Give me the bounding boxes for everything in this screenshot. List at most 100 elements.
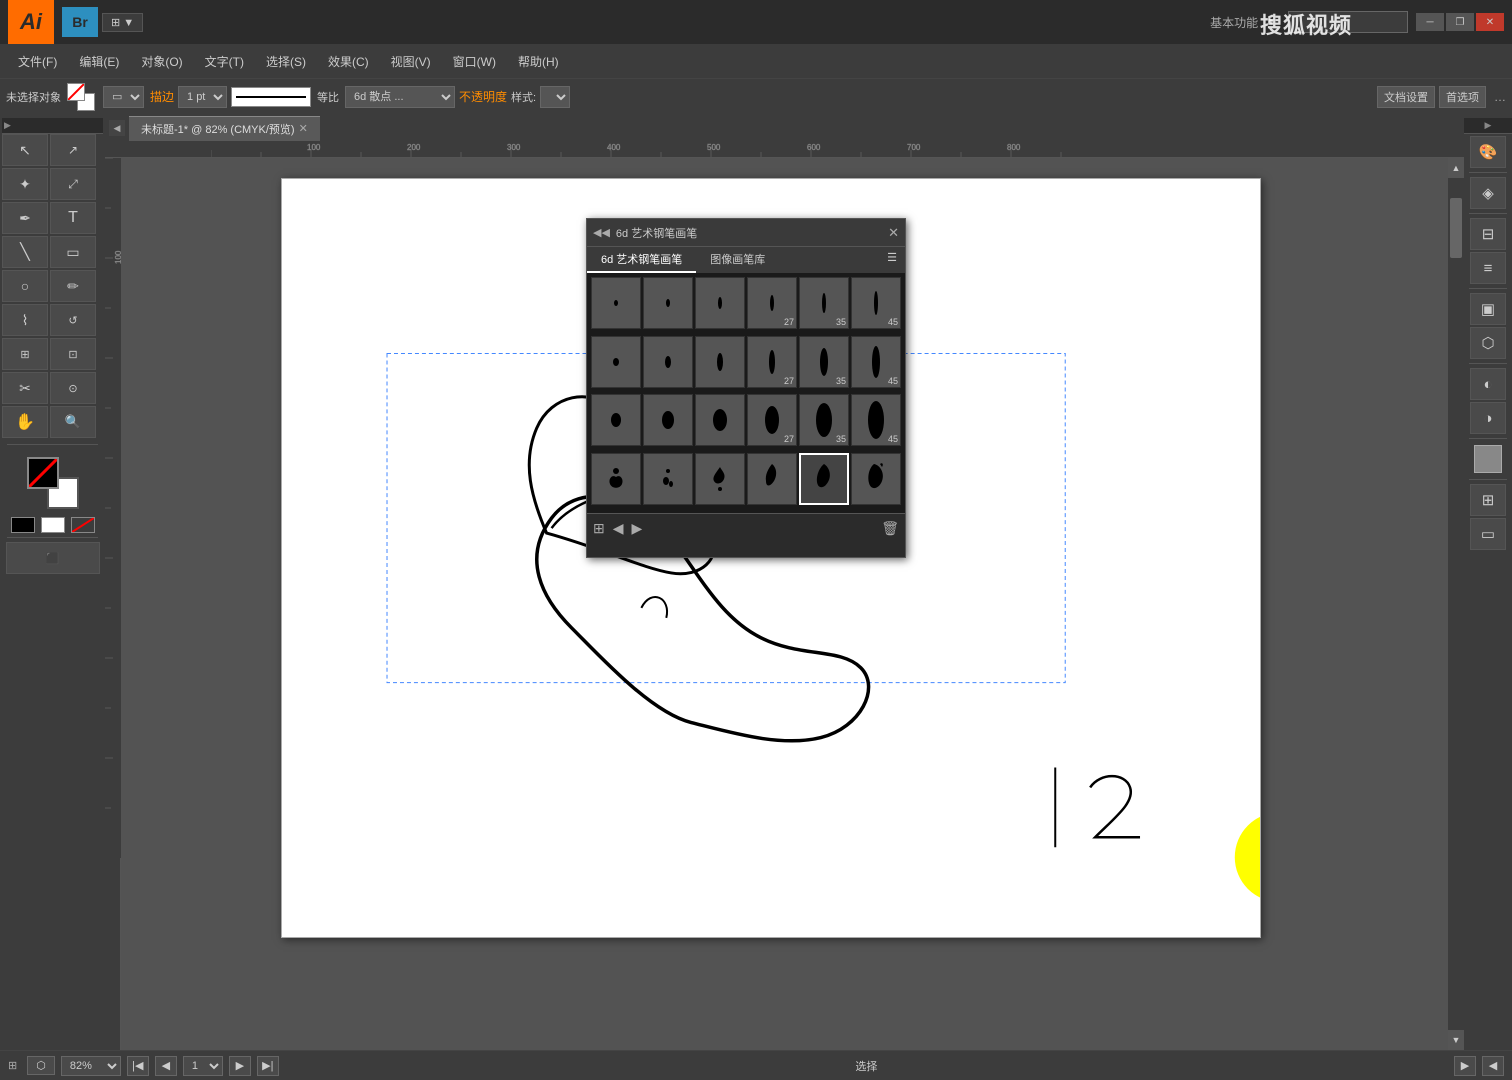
rect-tool[interactable]: ▭ (50, 236, 96, 268)
menu-object[interactable]: 对象(O) (131, 49, 192, 74)
brush-cell-7[interactable] (591, 336, 641, 388)
bridge-logo[interactable]: Br (62, 7, 98, 37)
gradient-icon[interactable]: ◐ (1470, 368, 1506, 400)
brush-cell-22[interactable] (747, 453, 797, 505)
brush-cell-6[interactable]: 45 (851, 277, 901, 329)
prev-btn[interactable]: ◀ (613, 520, 624, 537)
hand-tool[interactable]: ✋ (2, 406, 48, 438)
layers-icon[interactable]: ⊞ (1470, 484, 1506, 516)
brush-cell-13[interactable] (591, 394, 641, 446)
button-group-tool[interactable]: ⬛ (6, 542, 100, 574)
next-btn[interactable]: ▶ (632, 520, 643, 537)
transform-icon[interactable]: ⊟ (1470, 218, 1506, 250)
appearance-icon[interactable]: ◑ (1470, 402, 1506, 434)
magic-wand-tool[interactable]: ✦ (2, 168, 48, 200)
graph-tool[interactable]: ⊡ (50, 338, 96, 370)
page-select[interactable]: 1 (183, 1056, 223, 1076)
first-page-button[interactable]: 首选项 (1439, 86, 1486, 108)
menu-effect[interactable]: 效果(C) (318, 49, 379, 74)
brush-cell-5[interactable]: 35 (799, 277, 849, 329)
trash-icon[interactable]: 🗑 (881, 520, 899, 537)
align-icon[interactable]: ≡ (1470, 252, 1506, 284)
canvas-options-button[interactable]: ⬡ (27, 1056, 55, 1075)
color-guide-icon[interactable]: ◈ (1470, 177, 1506, 209)
brush-cell-4[interactable]: 27 (747, 277, 797, 329)
menu-edit[interactable]: 编辑(E) (69, 49, 129, 74)
stroke-panel-icon[interactable]: ⬡ (1470, 327, 1506, 359)
brush-cell-1[interactable] (591, 277, 641, 329)
lasso-tool[interactable]: ⤢ (50, 168, 96, 200)
brush-cell-3[interactable] (695, 277, 745, 329)
next-page-nav[interactable]: ▶ (229, 1056, 251, 1076)
type-tool[interactable]: T (50, 202, 96, 234)
restore-button[interactable]: ❐ (1446, 13, 1474, 31)
camera-tool[interactable]: ⊙ (50, 372, 96, 404)
line-tool[interactable]: ╲ (2, 236, 48, 268)
layout-button[interactable]: ⊞ ▼ (102, 13, 143, 32)
menu-help[interactable]: 帮助(H) (508, 49, 569, 74)
brush-cell-23[interactable] (799, 453, 849, 505)
artboards-icon[interactable]: ▭ (1470, 518, 1506, 550)
prev-page-nav[interactable]: ◀ (155, 1056, 177, 1076)
document-view[interactable]: ◀◀ 6d 艺术钢笔画笔 ✕ 6d 艺术钢笔画笔 图像画笔库 ☰ (121, 158, 1448, 1050)
black-swatch[interactable] (11, 517, 35, 533)
brush-cell-9[interactable] (695, 336, 745, 388)
menu-file[interactable]: 文件(F) (8, 49, 67, 74)
transform-tool[interactable]: ⊞ (2, 338, 48, 370)
status-nav-left[interactable]: ◀ (1482, 1056, 1504, 1076)
close-button[interactable]: ✕ (1476, 13, 1504, 31)
panel-tab-library[interactable]: 图像画笔库 (696, 247, 779, 273)
pen-tool[interactable]: ✒ (2, 202, 48, 234)
document-tab[interactable]: 未标题-1* @ 82% (CMYK/预览) ✕ (129, 116, 320, 141)
brush-cell-11[interactable]: 35 (799, 336, 849, 388)
brush-cell-18[interactable]: 45 (851, 394, 901, 446)
first-page-nav[interactable]: |◀ (127, 1056, 149, 1076)
stroke-dropdown[interactable]: ▭ (103, 86, 144, 108)
white-swatch[interactable] (41, 517, 65, 533)
doc-settings-button[interactable]: 文档设置 (1377, 86, 1435, 108)
menu-select[interactable]: 选择(S) (256, 49, 316, 74)
library-icon[interactable]: ⊞ (593, 520, 605, 537)
scrollbar-vertical[interactable]: ▲ ▼ (1448, 158, 1464, 1050)
none-swatch[interactable] (71, 517, 95, 533)
pencil-tool[interactable]: ✏ (50, 270, 96, 302)
brush-cell-20[interactable] (643, 453, 693, 505)
status-nav-right[interactable]: ▶ (1454, 1056, 1476, 1076)
style-select[interactable] (540, 86, 570, 108)
eraser-tool[interactable]: ⌇ (2, 304, 48, 336)
foreground-color[interactable] (27, 457, 59, 489)
brush-cell-15[interactable] (695, 394, 745, 446)
canvas-container[interactable]: 100 (105, 158, 1464, 1050)
scissors-tool[interactable]: ✂ (2, 372, 48, 404)
panel-collapse-left[interactable]: ◀ (109, 120, 125, 136)
color-swatches[interactable] (27, 457, 79, 509)
brush-cell-2[interactable] (643, 277, 693, 329)
brush-select[interactable]: 6d 散点 ... (345, 86, 455, 108)
fill-stroke-indicator[interactable] (67, 83, 95, 111)
brush-cell-8[interactable] (643, 336, 693, 388)
panel-close-button[interactable]: ✕ (888, 225, 899, 241)
brush-cell-24[interactable] (851, 453, 901, 505)
stroke-width-select[interactable]: 1 pt (178, 86, 227, 108)
scrollbar-thumb[interactable] (1450, 198, 1462, 258)
brush-cell-16[interactable]: 27 (747, 394, 797, 446)
zoom-tool[interactable]: 🔍 (50, 406, 96, 438)
color-palette-icon[interactable]: 🎨 (1470, 136, 1506, 168)
brush-cell-17[interactable]: 35 (799, 394, 849, 446)
brush-cell-14[interactable] (643, 394, 693, 446)
rotate-tool[interactable]: ↺ (50, 304, 96, 336)
menu-window[interactable]: 窗口(W) (443, 49, 506, 74)
minimize-button[interactable]: ─ (1416, 13, 1444, 31)
ellipse-tool[interactable]: ○ (2, 270, 48, 302)
menu-view[interactable]: 视图(V) (381, 49, 441, 74)
panel-tab-brushes[interactable]: 6d 艺术钢笔画笔 (587, 247, 696, 273)
tab-close-button[interactable]: ✕ (299, 122, 308, 135)
brush-cell-21[interactable] (695, 453, 745, 505)
menu-type[interactable]: 文字(T) (195, 49, 254, 74)
brush-cell-19[interactable] (591, 453, 641, 505)
brush-cell-10[interactable]: 27 (747, 336, 797, 388)
pathfinder-icon[interactable]: ▣ (1470, 293, 1506, 325)
select-tool[interactable]: ↖ (2, 134, 48, 166)
panel-collapse-btn[interactable]: ◀◀ (593, 226, 610, 239)
panel-menu-button[interactable]: ☰ (879, 247, 905, 273)
